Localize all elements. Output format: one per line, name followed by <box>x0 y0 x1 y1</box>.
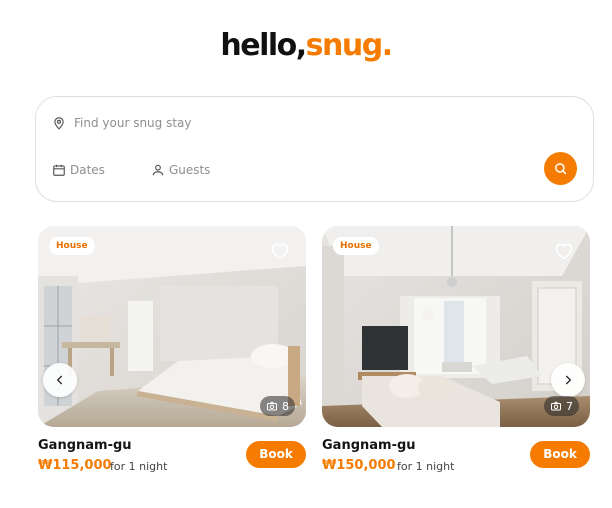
photo-count: 7 <box>544 396 579 416</box>
guests-field[interactable]: Guests <box>151 163 211 177</box>
previous-photo-button[interactable] <box>43 363 77 397</box>
next-photo-button[interactable] <box>551 363 585 397</box>
dates-label: Dates <box>70 163 105 177</box>
chevron-left-icon <box>56 375 63 385</box>
brand-logo: hello,snug. <box>0 28 612 63</box>
photo-count-value: 8 <box>282 399 289 413</box>
heart-icon[interactable] <box>554 242 574 260</box>
location-placeholder: Find your snug stay <box>74 116 192 130</box>
camera-icon <box>267 401 277 411</box>
search-button[interactable] <box>544 152 577 185</box>
listing-price-unit: for 1 night <box>110 460 168 473</box>
listing-card[interactable]: House 7 Gangnam-gu ₩150,000 for 1 night … <box>322 226 590 480</box>
listing-price: ₩150,000 <box>322 458 396 473</box>
listing-location: Gangnam-gu <box>322 438 416 453</box>
brand-logo-part1: hello, <box>220 28 307 63</box>
search-icon <box>555 163 567 175</box>
calendar-icon <box>52 163 66 177</box>
book-button[interactable]: Book <box>246 441 306 468</box>
user-icon <box>151 163 165 177</box>
listing-price-unit: for 1 night <box>397 460 455 473</box>
listing-price: ₩115,000 <box>38 458 112 473</box>
listing-card[interactable]: House 8 Gangnam-gu ₩115,000 for 1 night … <box>38 226 306 480</box>
listing-photo[interactable]: House 7 <box>322 226 590 427</box>
photo-count: 8 <box>260 396 295 416</box>
brand-logo-part2: snug. <box>305 28 393 63</box>
listing-location: Gangnam-gu <box>38 438 132 453</box>
guests-label: Guests <box>168 163 211 177</box>
photo-count-value: 7 <box>566 399 573 413</box>
search-panel: Find your snug stay Dates Guests <box>35 96 594 202</box>
location-field[interactable]: Find your snug stay <box>52 114 192 132</box>
property-type-badge: House <box>333 237 379 255</box>
listing-photo[interactable]: House 8 <box>38 226 306 427</box>
heart-icon[interactable] <box>270 242 290 260</box>
dates-field[interactable]: Dates <box>52 163 105 177</box>
camera-icon <box>551 401 561 411</box>
chevron-right-icon <box>565 375 572 385</box>
property-type-badge: House <box>49 237 95 255</box>
book-button[interactable]: Book <box>530 441 590 468</box>
map-pin-icon <box>52 116 66 130</box>
